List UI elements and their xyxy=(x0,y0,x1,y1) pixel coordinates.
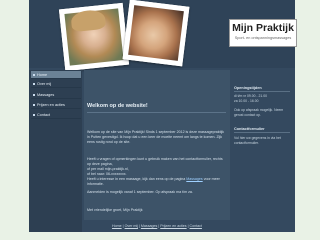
intro-paragraph: Welkom op de site van Mijn Praktijk! Sin… xyxy=(87,130,224,144)
footer-link-massages[interactable]: Massages xyxy=(141,224,157,228)
header-photo-massage xyxy=(122,0,190,67)
header-photo-portrait xyxy=(58,2,130,72)
contact-paragraph-1: Heeft u vragen of opmerkingen kunt u geb… xyxy=(87,157,223,166)
hours-divider xyxy=(234,91,290,92)
nav-item-massages[interactable]: Massages xyxy=(31,91,81,99)
nav-item-home[interactable]: Home xyxy=(31,71,81,79)
nav-item-prijzen[interactable]: Prijzen en acties xyxy=(31,101,81,109)
nav-item-contact[interactable]: Contact xyxy=(31,111,81,119)
footer-link-over-mij[interactable]: Over mij xyxy=(125,224,138,228)
footer-nav: Home | Over mij | Massages | Prijzen en … xyxy=(112,224,202,228)
info-paragraph: Aanmelden is mogelijk vanaf 1 september.… xyxy=(87,190,193,194)
bullet-icon xyxy=(33,104,35,106)
bullet-icon xyxy=(33,83,35,85)
massages-link[interactable]: Massages xyxy=(186,177,202,181)
title-divider xyxy=(87,112,226,113)
bullet-icon xyxy=(33,94,35,96)
page-title: Welkom op de website! xyxy=(87,103,148,109)
contact-form-title[interactable]: Contactformulier xyxy=(234,127,265,131)
footer-link-home[interactable]: Home xyxy=(112,224,122,228)
hours-line-1: di t/m vr 09.00 - 21.00 xyxy=(234,94,267,98)
main-content xyxy=(84,70,230,220)
logo-title: Mijn Praktijk xyxy=(232,22,294,34)
hours-title: Openingstijden xyxy=(234,86,262,90)
signoff-paragraph: Met vriendelijke groet, Mijn Praktijk xyxy=(87,208,143,212)
bullet-icon xyxy=(33,74,35,76)
right-sidebar xyxy=(232,70,294,220)
logo-subtitle: Sport- en ontspanningsmassages xyxy=(234,36,292,40)
hours-note: Ook op afspraak mogelijk. Neem gerust co… xyxy=(234,108,284,117)
footer-link-contact[interactable]: Contact xyxy=(190,224,202,228)
contact-divider xyxy=(234,132,290,133)
massage-paragraph: Heeft u interesse in een massage, kijk d… xyxy=(87,177,220,186)
hours-line-2: za 10.00 - 16.00 xyxy=(234,99,259,103)
contact-form-text[interactable]: Vul hier uw gegevens in via het contactf… xyxy=(234,136,292,145)
footer-link-prijzen[interactable]: Prijzen en acties xyxy=(160,224,186,228)
bullet-icon xyxy=(33,114,35,116)
site-logo[interactable]: Mijn Praktijk Sport- en ontspanningsmass… xyxy=(229,19,297,47)
nav-item-over-mij[interactable]: Over mij xyxy=(31,80,81,88)
